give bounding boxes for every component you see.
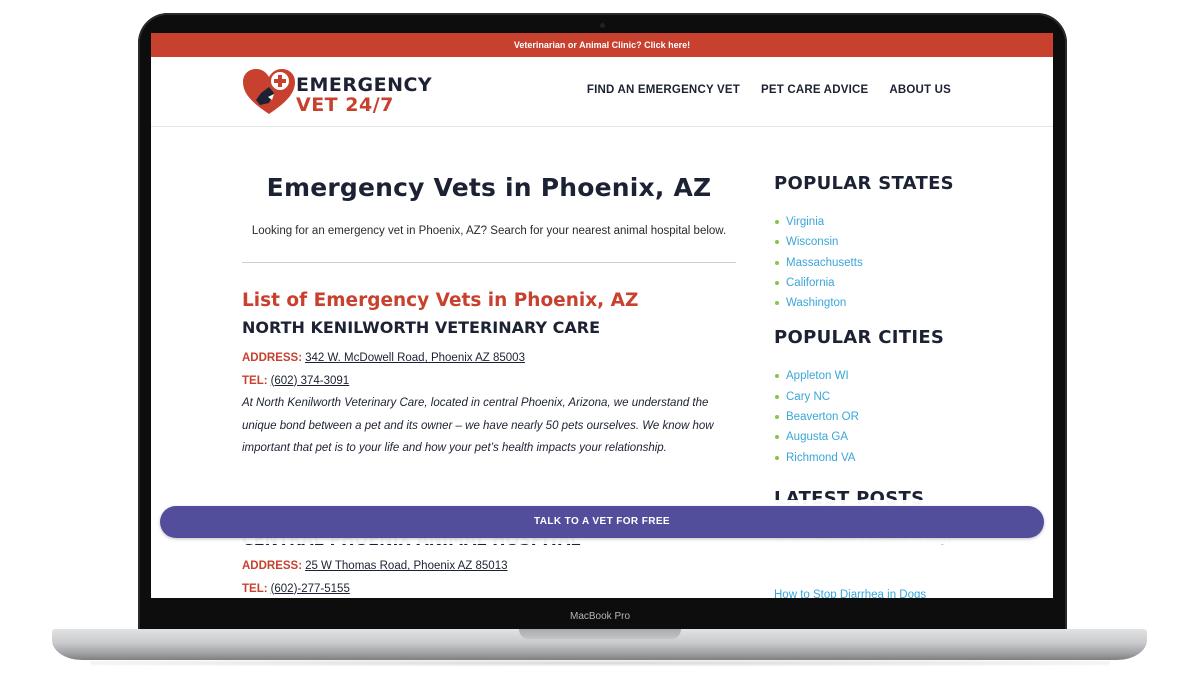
clinic-banner[interactable]: Veterinarian or Animal Clinic? Click her… <box>151 33 1053 57</box>
sticky-cta-bar: TALK TO A VET FOR FREE <box>151 500 1053 544</box>
logo-line-2: VET 24/7 <box>296 94 394 116</box>
address-link[interactable]: 25 W Thomas Road, Phoenix AZ 85013 <box>305 560 507 572</box>
page-title: Emergency Vets in Phoenix, AZ <box>266 173 712 202</box>
listing-card: NORTH KENILWORTH VETERINARY CARE ADDRESS… <box>242 318 736 460</box>
listing-address-row: ADDRESS: 342 W. McDowell Road, Phoenix AZ… <box>242 347 736 370</box>
latest-post-link[interactable]: How to Stop Diarrhea in Dogs <box>774 585 974 598</box>
listing-tel-row: TEL: (602) 374-3091 <box>242 370 736 393</box>
state-link[interactable]: Wisconsin <box>775 232 974 252</box>
tel-label: TEL: <box>242 582 268 595</box>
city-link[interactable]: Appleton WI <box>775 366 974 386</box>
camera-icon <box>600 23 605 28</box>
tel-label: TEL: <box>242 374 268 387</box>
popular-states-title: POPULAR STATES <box>774 173 954 194</box>
state-link[interactable]: Massachusetts <box>775 253 974 273</box>
nav-pet-care-advice[interactable]: PET CARE ADVICE <box>761 84 868 96</box>
content-divider <box>242 262 736 263</box>
city-link[interactable]: Augusta GA <box>775 427 974 447</box>
tel-link[interactable]: (602) 374-3091 <box>271 375 350 387</box>
nav-find-emergency-vet[interactable]: FIND AN EMERGENCY VET <box>587 84 740 96</box>
laptop-shadow <box>90 660 1110 666</box>
address-label: ADDRESS: <box>242 352 303 364</box>
listing-tel-row: TEL: (602)-277-5155 <box>242 578 736 599</box>
popular-states-list: Virginia Wisconsin Massachusetts Califor… <box>774 212 974 313</box>
address-label: ADDRESS: <box>242 560 303 572</box>
listing-address-row: ADDRESS: 25 W Thomas Road, Phoenix AZ 850… <box>242 555 736 578</box>
heart-cross-pet-icon <box>243 69 295 114</box>
device-label: MacBook Pro <box>569 611 631 622</box>
city-link[interactable]: Richmond VA <box>775 448 974 468</box>
talk-to-vet-button[interactable]: TALK TO A VET FOR FREE <box>160 506 1044 538</box>
nav-about-us[interactable]: ABOUT US <box>889 84 951 96</box>
city-link[interactable]: Cary NC <box>775 387 974 407</box>
main-content: Emergency Vets in Phoenix, AZ Looking fo… <box>242 173 736 460</box>
state-link[interactable]: Washington <box>775 293 974 313</box>
tel-link[interactable]: (602)-277-5155 <box>271 583 350 595</box>
logo-wordmark: EMERGENCY VET 24/7 <box>296 75 432 115</box>
site-logo[interactable]: EMERGENCY VET 24/7 <box>241 67 432 117</box>
logo-line-1: EMERGENCY <box>296 74 433 96</box>
main-nav: FIND AN EMERGENCY VET PET CARE ADVICE AB… <box>587 84 951 96</box>
state-link[interactable]: Virginia <box>775 212 974 232</box>
list-heading: List of Emergency Vets in Phoenix, AZ <box>242 290 639 311</box>
intro-text: Looking for an emergency vet in Phoenix,… <box>251 225 727 237</box>
browser-viewport: Veterinarian or Animal Clinic? Click her… <box>151 33 1053 598</box>
city-link[interactable]: Beaverton OR <box>775 407 974 427</box>
listing-name: NORTH KENILWORTH VETERINARY CARE <box>242 318 600 337</box>
site-header: EMERGENCY VET 24/7 FIND AN EMERGENCY VET… <box>151 57 1053 127</box>
state-link[interactable]: California <box>775 273 974 293</box>
laptop-base-notch <box>519 629 681 639</box>
address-link[interactable]: 342 W. McDowell Road, Phoenix AZ 85003 <box>305 352 525 364</box>
sidebar: POPULAR STATES Virginia Wisconsin Massac… <box>774 173 974 468</box>
popular-cities-list: Appleton WI Cary NC Beaverton OR Augusta… <box>774 366 974 467</box>
listing-description: At North Kenilworth Veterinary Care, loc… <box>242 397 714 454</box>
popular-cities-title: POPULAR CITIES <box>774 327 945 349</box>
